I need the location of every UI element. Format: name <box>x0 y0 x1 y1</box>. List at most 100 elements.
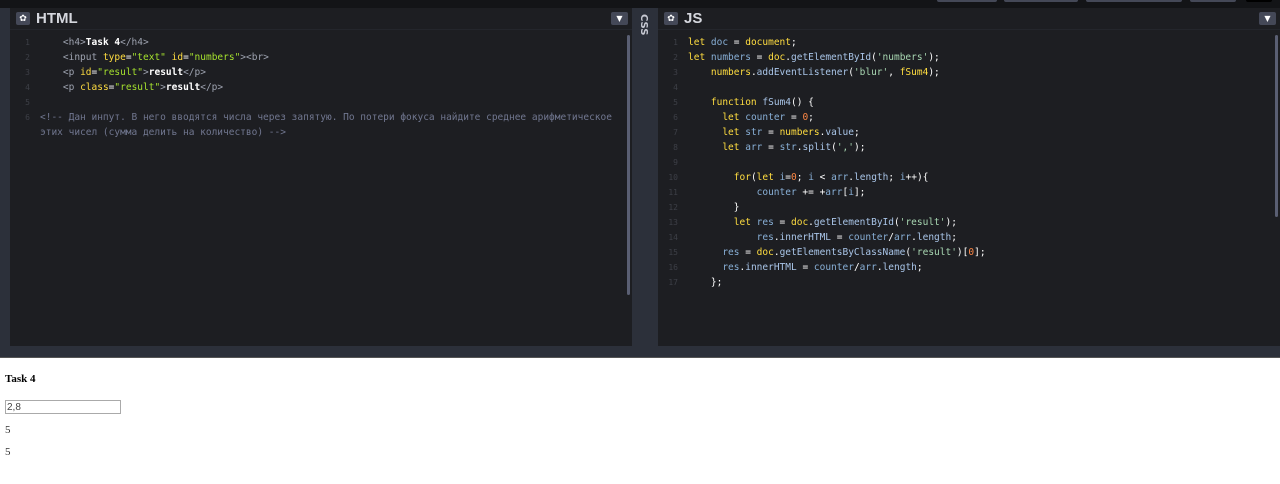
line-number: 8 <box>673 143 678 152</box>
code-token: ); <box>945 217 957 228</box>
code-line: 7 let str = numbers.value; <box>658 125 1272 140</box>
line-text: }; <box>688 275 1272 290</box>
line-number: 6 <box>25 113 30 122</box>
code-token: id <box>80 67 92 78</box>
line-number: 3 <box>673 68 678 77</box>
code-token: ; <box>808 112 814 123</box>
editor-area: ✿ HTML ▼ 1 <h4>Task 4</h4> 2 <input type=… <box>0 8 1280 346</box>
code-token: arr <box>831 172 849 183</box>
toolbar-button[interactable] <box>1190 0 1236 2</box>
code-token: <p <box>62 82 81 93</box>
code-token: ; <box>916 262 923 273</box>
line-number: 10 <box>668 173 678 182</box>
code-token: result <box>148 67 184 78</box>
code-token: = <box>762 142 780 153</box>
output-resize-bar[interactable] <box>0 346 1280 358</box>
gear-icon[interactable]: ✿ <box>664 12 678 25</box>
code-line: 6 <!-- Дан инпут. В него вводятся числа ч… <box>10 110 624 138</box>
code-token: length <box>854 172 889 183</box>
line-text: res = doc.getElementsByClassName('result… <box>688 245 1272 260</box>
code-token: getElementById <box>813 217 894 228</box>
css-panel-title[interactable]: CSS <box>638 14 649 35</box>
toolbar-button[interactable] <box>937 0 997 2</box>
chevron-down-icon[interactable]: ▼ <box>611 12 628 25</box>
code-token: doc <box>756 247 774 258</box>
code-token: numbers <box>710 67 751 78</box>
code-line: 17 }; <box>658 275 1272 290</box>
code-token: let <box>688 37 711 48</box>
code-token: 'numbers' <box>876 52 929 63</box>
code-line: 14 res.innerHTML = counter/arr.length; <box>658 230 1272 245</box>
line-text: let numbers = doc.getElementById('number… <box>688 50 1272 65</box>
js-code-editor[interactable]: 1 let doc = document; 2 let numbers = doc.g… <box>658 35 1272 290</box>
preview-output: Task 4 5 5 <box>0 358 1280 484</box>
html-code-editor[interactable]: 1 <h4>Task 4</h4> 2 <input type="text" id… <box>10 35 624 138</box>
code-token: getElementsByClassName <box>779 247 906 258</box>
html-editor-panel: ✿ HTML ▼ 1 <h4>Task 4</h4> 2 <input type=… <box>10 8 632 346</box>
numbers-input[interactable] <box>5 400 121 414</box>
chevron-down-icon[interactable]: ▼ <box>1259 12 1276 25</box>
line-number: 12 <box>668 203 678 212</box>
toolbar-button[interactable] <box>1086 0 1182 2</box>
code-token: "result" <box>114 82 161 93</box>
code-token: = <box>773 217 791 228</box>
line-text: <p id="result">result</p> <box>40 65 624 80</box>
code-token: let <box>688 52 711 63</box>
code-token: arr <box>893 232 912 243</box>
html-panel-header: ✿ HTML ▼ <box>10 8 632 30</box>
code-token: let <box>722 127 746 138</box>
code-token: addEventListener <box>756 67 849 78</box>
code-token: ><br> <box>240 52 269 63</box>
code-line: 12 } <box>658 200 1272 215</box>
code-token: doc <box>768 52 786 63</box>
line-text: let doc = document; <box>688 35 1272 50</box>
line-text: <h4>Task 4</h4> <box>40 35 624 50</box>
line-number: 9 <box>673 158 678 167</box>
code-token: += + <box>796 187 826 198</box>
code-token: arr <box>825 187 843 198</box>
code-token: "text" <box>131 52 166 63</box>
code-token: )[ <box>956 247 969 258</box>
gear-icon[interactable]: ✿ <box>16 12 30 25</box>
code-token: result <box>165 82 201 93</box>
line-number: 17 <box>668 278 678 287</box>
line-text: <p class="result">result</p> <box>40 80 624 95</box>
code-token: res <box>756 217 774 228</box>
code-token: doc <box>710 37 729 48</box>
code-token: < <box>813 172 832 183</box>
code-token: value <box>825 127 854 138</box>
code-token: res <box>756 232 774 243</box>
code-token: innerHTML <box>745 262 797 273</box>
code-token: for <box>733 172 751 183</box>
code-token: } <box>733 202 740 213</box>
code-line: 4 <p class="result">result</p> <box>10 80 624 95</box>
line-number: 7 <box>673 128 678 137</box>
resize-handle-left[interactable] <box>0 8 10 346</box>
code-line: 1 let doc = document; <box>658 35 1272 50</box>
line-text: <!-- Дан инпут. В него вводятся числа че… <box>40 110 624 138</box>
line-text: res.innerHTML = counter/arr.length; <box>688 260 1272 275</box>
code-token: <h4> <box>62 37 86 48</box>
code-line: 2 <input type="text" id="numbers"><br> <box>10 50 624 65</box>
css-editor-collapsed[interactable]: CSS <box>632 8 658 346</box>
top-toolbar <box>0 0 1280 8</box>
code-line: 1 <h4>Task 4</h4> <box>10 35 624 50</box>
code-token: = <box>796 262 814 273</box>
line-text: for(let i=0; i < arr.length; i++){ <box>688 170 1272 185</box>
toolbar-button[interactable] <box>1246 0 1272 2</box>
toolbar-button[interactable] <box>1004 0 1078 2</box>
line-number: 16 <box>668 263 678 272</box>
code-token: let <box>722 112 746 123</box>
scrollbar[interactable] <box>627 35 630 295</box>
js-panel-title: JS <box>684 10 703 27</box>
scrollbar[interactable] <box>1275 35 1278 217</box>
code-token: 'result' <box>911 247 957 258</box>
code-token: ; <box>951 232 957 243</box>
code-token: <!-- Дан инпут. В него вводятся числа че… <box>40 112 618 138</box>
